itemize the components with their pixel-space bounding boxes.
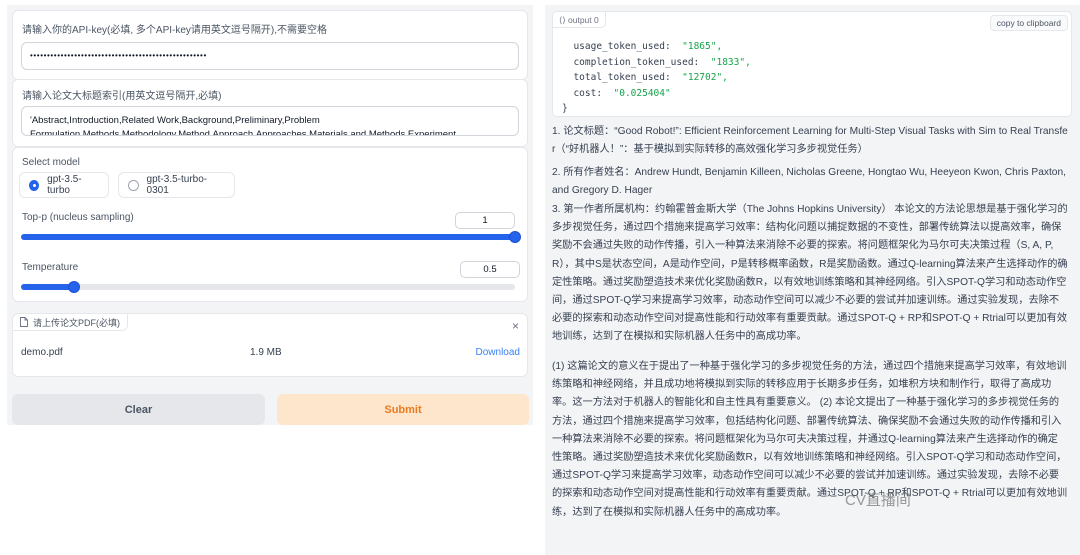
significance-paragraph: (1) 这篇论文的意义在于提出了一种基于强化学习的多步视觉任务的方法，通过四个措…: [552, 361, 1068, 518]
paper-title-paragraph: 1. 论文标题：“Good Robot!”: Efficient Reinfor…: [552, 126, 1068, 156]
section-keywords-input[interactable]: 'Abstract,Introduction,Related Work,Back…: [21, 106, 519, 136]
temperature-label: Temperature: [22, 262, 79, 273]
top-p-slider-thumb[interactable]: [509, 231, 521, 243]
file-size: 1.9 MB: [250, 347, 282, 358]
temperature-slider-thumb[interactable]: [68, 281, 81, 293]
section-keywords-line-2: Formulation,Methods,Methodology,Method,A…: [30, 129, 456, 136]
top-p-number-input[interactable]: 1: [455, 212, 515, 229]
model-option-label: gpt-3.5-turbo: [47, 174, 82, 196]
file-name: demo.pdf: [21, 347, 63, 358]
json-value: "0.025404": [613, 87, 671, 99]
api-key-label: 请输入你的API-key(必填, 多个API-key请用英文逗号隔开),不需要空…: [22, 25, 328, 36]
output-tag: ⟨⟩ output 0: [553, 12, 606, 28]
pdf-upload-tag: 请上传论文PDF(必填): [12, 313, 128, 331]
json-value: "1833",: [710, 56, 751, 68]
json-output-box: ⟨⟩ output 0 copy to clipboard usage_toke…: [552, 11, 1072, 117]
affiliation-method-paragraph: 3. 第一作者所属机构：约翰霍普金斯大学（The Johns Hopkins U…: [552, 204, 1068, 343]
section-keywords-label: 请输入论文大标题索引(用英文逗号隔开,必填): [22, 91, 222, 102]
pdf-upload-card: 请上传论文PDF(必填) × demo.pdf 1.9 MB Download: [12, 313, 528, 377]
api-key-card: 请输入你的API-key(必填, 多个API-key请用英文逗号隔开),不需要空…: [12, 10, 528, 80]
section-keywords-line-1: 'Abstract,Introduction,Related Work,Back…: [30, 115, 320, 126]
submit-button[interactable]: Submit: [277, 394, 529, 425]
output-panel: ⟨⟩ output 0 copy to clipboard usage_toke…: [545, 5, 1080, 555]
model-settings-card: Select model Top-p (nucleus sampling) Te…: [12, 147, 528, 302]
download-link[interactable]: Download: [476, 347, 520, 358]
clear-button[interactable]: Clear: [12, 394, 265, 425]
model-option-label: gpt-3.5-turbo-0301: [146, 174, 208, 196]
code-braces-icon: ⟨⟩: [559, 15, 566, 25]
radio-selected-icon: [29, 179, 40, 191]
temperature-slider[interactable]: [21, 281, 515, 293]
api-key-value: ••••••••••••••••••••••••••••••••••••••••…: [30, 51, 207, 60]
top-p-slider-fill: [21, 234, 515, 240]
temperature-number-input[interactable]: 0.5: [460, 261, 520, 278]
copy-to-clipboard-button[interactable]: copy to clipboard: [989, 15, 1068, 31]
radio-unselected-icon: [128, 179, 139, 191]
authors-paragraph: 2. 所有作者姓名：Andrew Hundt, Benjamin Killeen…: [552, 167, 1066, 197]
model-option-gpt-3-5-turbo-0301[interactable]: gpt-3.5-turbo-0301: [118, 172, 235, 198]
json-value: "12702",: [682, 72, 728, 83]
top-p-slider[interactable]: [21, 231, 521, 243]
json-output: usage_token_used: "1865", completion_tok…: [562, 39, 751, 116]
json-value: "1865",: [682, 41, 723, 52]
model-option-gpt-3-5-turbo[interactable]: gpt-3.5-turbo: [19, 172, 109, 198]
json-key: total_token_used:: [573, 72, 671, 83]
remove-file-button[interactable]: ×: [512, 319, 519, 333]
file-icon: [20, 317, 28, 327]
json-key: completion_token_used:: [573, 56, 700, 68]
api-key-input[interactable]: ••••••••••••••••••••••••••••••••••••••••…: [21, 42, 519, 70]
pdf-upload-label: 请上传论文PDF(必填): [33, 317, 120, 328]
json-key: cost:: [573, 87, 603, 99]
model-select-label: Select model: [22, 157, 80, 168]
section-keywords-card: 请输入论文大标题索引(用英文逗号隔开,必填) 'Abstract,Introdu…: [12, 79, 528, 147]
output-tag-label: output 0: [568, 15, 599, 25]
input-panel: 请输入你的API-key(必填, 多个API-key请用英文逗号隔开),不需要空…: [7, 5, 533, 425]
top-p-label: Top-p (nucleus sampling): [22, 212, 134, 223]
temperature-slider-fill: [21, 284, 75, 290]
watermark: CV直播间: [845, 492, 911, 509]
json-closing-brace: }: [562, 103, 568, 114]
json-key: usage_token_used:: [573, 41, 671, 52]
